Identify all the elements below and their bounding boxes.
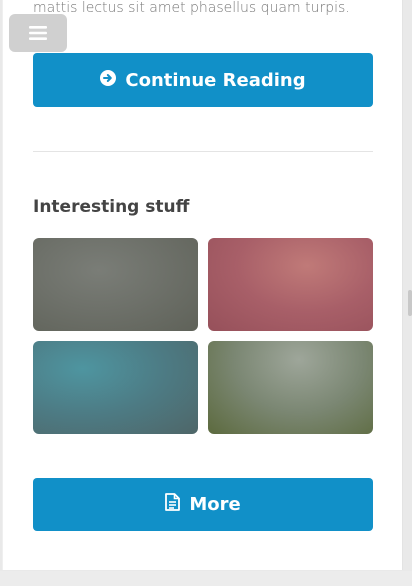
- gallery-thumbnail[interactable]: [208, 341, 373, 434]
- post-excerpt: mattis lectus sit amet phasellus quam tu…: [33, 0, 350, 16]
- scrollbar-thumb[interactable]: [408, 290, 412, 316]
- gallery-thumbnail[interactable]: [33, 341, 198, 434]
- page: mattis lectus sit amet phasellus quam tu…: [0, 0, 412, 586]
- gallery-thumbnail[interactable]: [208, 238, 373, 331]
- more-button[interactable]: More: [33, 478, 373, 531]
- section-divider: [33, 151, 373, 152]
- more-label: More: [189, 494, 241, 515]
- page-footer-band: [0, 571, 412, 586]
- continue-reading-label: Continue Reading: [125, 69, 306, 91]
- gallery-thumbnail[interactable]: [33, 238, 198, 331]
- section-title: Interesting stuff: [33, 197, 190, 217]
- continue-reading-button[interactable]: Continue Reading: [33, 53, 373, 107]
- document-icon: [165, 493, 181, 516]
- arrow-circle-right-icon: [100, 69, 117, 91]
- menu-toggle-button[interactable]: [9, 14, 67, 52]
- hamburger-icon: [29, 26, 47, 40]
